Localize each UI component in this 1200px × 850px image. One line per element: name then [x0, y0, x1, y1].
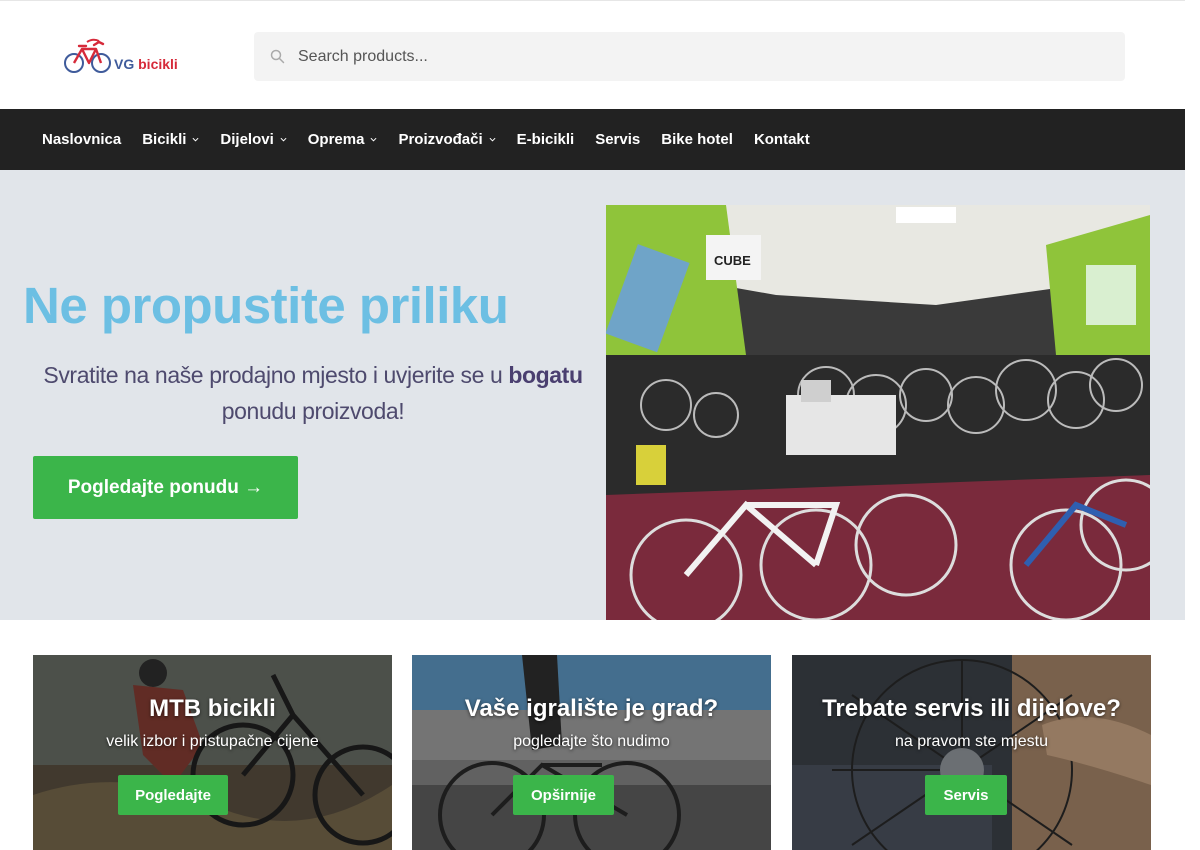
main-navigation: Naslovnica Bicikli Dijelovi Oprema Proiz…	[0, 109, 1185, 170]
nav-item-bicikli[interactable]: Bicikli	[142, 131, 199, 148]
site-header: VG bicikli	[0, 0, 1185, 109]
nav-item-label: Servis	[595, 131, 641, 148]
chevron-down-icon	[370, 137, 377, 142]
nav-item-kontakt[interactable]: Kontakt	[754, 131, 810, 148]
nav-item-label: E-bicikli	[516, 131, 575, 148]
nav-item-naslovnica[interactable]: Naslovnica	[42, 131, 121, 148]
hero-text-end: ponudu proizvoda!	[221, 398, 405, 424]
card-title: MTB bicikli	[149, 695, 276, 722]
card-overlay	[792, 655, 1151, 850]
nav-item-label: Bike hotel	[661, 131, 733, 148]
card-overlay	[412, 655, 771, 850]
card-subtitle: pogledajte što nudimo	[513, 733, 670, 750]
nav-item-e-bicikli[interactable]: E-bicikli	[517, 131, 575, 148]
nav-item-oprema[interactable]: Oprema	[308, 131, 378, 148]
card-overlay	[33, 655, 392, 850]
chevron-down-icon	[489, 137, 496, 142]
nav-item-dijelovi[interactable]: Dijelovi	[220, 131, 287, 148]
card-service: Trebate servis ili dijelove? na pravom s…	[792, 655, 1151, 850]
card-subtitle: na pravom ste mjestu	[895, 733, 1048, 750]
card-title: Vaše igralište je grad?	[464, 695, 719, 722]
card-subtitle: velik izbor i pristupačne cijene	[106, 733, 319, 750]
nav-item-label: Proizvođači	[398, 131, 483, 148]
hero-text: Svratite na naše prodajno mjesto i uvjer…	[33, 357, 593, 429]
shop-interior-image: CUBE	[606, 205, 1150, 620]
nav-item-bike-hotel[interactable]: Bike hotel	[661, 131, 733, 148]
search-icon	[270, 49, 285, 64]
card-button-pogledajte[interactable]: Pogledajte	[118, 775, 228, 815]
hero-section: Ne propustite priliku Svratite na naše p…	[0, 170, 1185, 620]
search-bar[interactable]	[254, 32, 1125, 81]
hero-text-start: Svratite na naše prodajno mjesto i uvjer…	[43, 362, 509, 388]
bicycle-logo-icon	[64, 38, 111, 73]
card-city: Vaše igralište je grad? pogledajte što n…	[412, 655, 771, 850]
card-title: Trebate servis ili dijelove?	[822, 695, 1121, 722]
logo-text-vg: VG	[114, 56, 135, 72]
chevron-down-icon	[192, 137, 199, 142]
chevron-down-icon	[280, 137, 287, 142]
site-logo[interactable]: VG bicikli	[63, 37, 193, 77]
nav-item-proizvodaci[interactable]: Proizvođači	[398, 131, 496, 148]
nav-item-label: Oprema	[307, 131, 365, 148]
search-input[interactable]	[298, 32, 1098, 81]
view-offer-button[interactable]: Pogledajte ponudu →	[33, 456, 298, 519]
nav-item-label: Bicikli	[142, 131, 187, 148]
nav-item-label: Kontakt	[753, 131, 810, 148]
hero-text-bold: bogatu	[508, 362, 583, 388]
svg-text:CUBE: CUBE	[714, 253, 751, 268]
nav-item-label: Naslovnica	[42, 131, 122, 148]
nav-item-servis[interactable]: Servis	[595, 131, 640, 148]
card-mtb: MTB bicikli velik izbor i pristupačne ci…	[33, 655, 392, 850]
logo-text: VG bicikli	[114, 56, 178, 72]
card-button-opsirnije[interactable]: Opširnije	[513, 775, 614, 815]
nav-item-label: Dijelovi	[220, 131, 274, 148]
logo-text-bicikli: bicikli	[138, 56, 178, 72]
hero-title: Ne propustite priliku	[23, 277, 509, 334]
card-button-servis[interactable]: Servis	[925, 775, 1007, 815]
